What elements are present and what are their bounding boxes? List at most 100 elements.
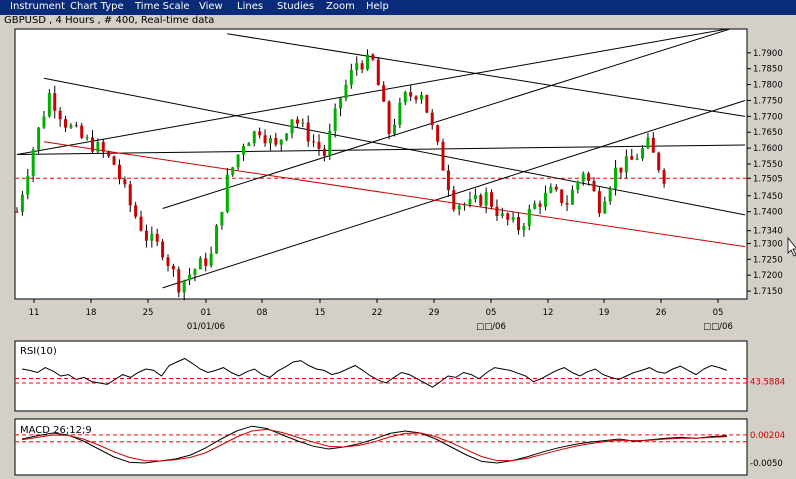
y-tick-label: 1.7600 [753,144,783,154]
candle-body [409,92,413,97]
candle-body [128,184,132,206]
candle-body [188,274,192,281]
candle-body [560,189,564,204]
candle-body [171,265,175,270]
candle-body [220,211,224,226]
candle-body [31,149,35,176]
rsi-panel[interactable] [14,340,748,412]
candle-body [554,186,558,190]
candle-body [42,116,46,128]
candle-body [344,84,348,99]
candle-body [198,258,202,270]
candle-body [236,154,240,168]
x-tick-label: 26 [656,308,667,318]
candle-body [457,205,461,210]
candle-body [295,119,299,124]
candle-body [473,195,477,200]
candle-body [425,94,429,113]
candle-body [107,151,111,157]
candle-body [430,112,434,126]
candle-body [241,146,245,155]
macd-panel[interactable] [14,418,748,476]
candle-body [651,137,655,153]
candle-body [47,93,51,117]
candle-body [366,54,370,70]
x-tick-label: 12 [543,308,554,318]
candle-body [117,164,121,180]
candle-body [247,143,251,147]
candle-body [608,188,612,202]
candle-body [511,217,515,220]
price-y-axis: 1.7150 1.7200 1.7250 1.7300 1.7340 1.7400 1.74… [747,49,783,297]
candle-body [349,70,353,85]
candle-body [463,204,467,206]
x-month-label: □□/06 [703,322,733,332]
candle-body [301,122,305,124]
candle-body [614,167,618,189]
candle-body [527,208,531,227]
candle-body [414,96,418,100]
macd-level-label: 0.00204 [750,431,785,441]
candle-body [123,179,127,185]
candle-body [333,108,337,131]
candle-body [657,152,661,171]
candle-body [436,125,440,142]
candle-body [155,233,159,242]
candle-body [339,98,343,109]
candle-body [268,137,272,144]
candle-body [26,175,30,195]
candle-body [360,63,364,70]
candle-body [225,174,229,212]
candle-body [592,180,596,192]
candle-body [538,203,542,207]
candle-body [328,130,332,156]
candle-body [630,156,634,160]
y-tick-label: 1.7340 [753,227,783,237]
y-tick-label: 1.7300 [753,239,783,249]
candle-body [419,94,423,100]
candle-body [306,122,310,142]
candle-body [619,167,623,173]
candle-body [90,137,94,152]
candle-body [446,170,450,191]
candle-body [603,201,607,214]
candle-body [662,170,666,184]
candle-body [85,137,89,139]
candle-body [274,137,278,145]
price-panel[interactable] [14,28,748,300]
candle-body [139,216,143,231]
candle-body [317,141,321,149]
y-tick-label: 1.7650 [753,128,783,138]
candle-body [166,257,170,266]
y-tick-label: 1.7850 [753,65,783,75]
price-x-axis: 11 18 25 01 08 15 22 29 05 12 19 26 05 01/01/06 □□/06 □… [29,299,733,332]
rsi-level-label: 43.5884 [750,377,785,387]
candle-body [398,102,402,125]
candle-body [20,194,24,212]
y-tick-label: 1.7750 [753,96,783,106]
y-tick-label: 1.7150 [753,287,783,297]
candle-body [182,280,186,293]
y-tick-label: 1.7450 [753,192,783,202]
x-tick-label: 11 [29,308,40,318]
candle-body [74,125,78,127]
candle-body [279,139,283,145]
candle-body [506,213,510,220]
y-tick-label: 1.7200 [753,271,783,281]
y-tick-label: 1.7250 [753,255,783,265]
y-tick-label: 1.7800 [753,81,783,91]
candle-body [53,93,57,111]
candle-body [500,213,504,216]
candle-body [112,156,116,165]
x-tick-label: 15 [315,308,326,318]
candle-body [209,253,213,266]
candle-body [484,192,488,206]
candle-body [355,63,359,71]
candle-body [193,269,197,275]
chart-area[interactable]: 1.7150 1.7200 1.7250 1.7300 1.7340 1.7400 1.74… [0,0,796,479]
candle-body [387,101,391,134]
x-tick-label: 05 [713,308,724,318]
candle-body [490,192,494,207]
candle-body [252,131,256,144]
candle-body [581,173,585,182]
